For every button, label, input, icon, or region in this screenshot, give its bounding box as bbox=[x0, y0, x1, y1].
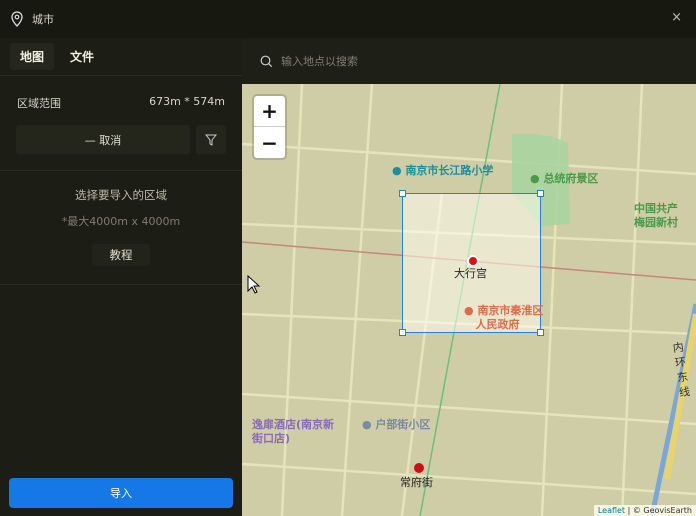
label-text: 中国共产 bbox=[634, 202, 678, 215]
label-text: 街口店) bbox=[252, 432, 291, 445]
search-icon bbox=[260, 55, 273, 67]
filter-button[interactable] bbox=[196, 125, 226, 154]
map-label-hotel: 逸扉酒店(南京新 街口店) bbox=[252, 418, 334, 446]
zoom-out-button[interactable]: − bbox=[254, 127, 285, 158]
title-bar: 城市 × bbox=[0, 0, 696, 38]
range-value: 673m * 574m bbox=[149, 95, 225, 108]
label-text: 南京市秦淮区 bbox=[477, 304, 544, 317]
divider bbox=[0, 170, 242, 171]
resize-handle[interactable] bbox=[399, 329, 406, 336]
label-text: 户部街小区 bbox=[375, 418, 431, 431]
attribution: Leaflet | © GeovisEarth bbox=[593, 505, 696, 516]
resize-handle[interactable] bbox=[399, 190, 406, 197]
tab-file[interactable]: 文件 bbox=[60, 43, 104, 70]
attribution-provider: | © GeovisEarth bbox=[627, 506, 692, 515]
map-label-hubu: ● 户部街小区 bbox=[362, 418, 431, 431]
max-size-hint: *最大4000m x 4000m bbox=[61, 215, 181, 228]
select-area-hint: 选择要导入的区域 bbox=[75, 188, 167, 202]
search-input[interactable] bbox=[281, 54, 661, 68]
label-text: 梅园新村 bbox=[634, 216, 678, 229]
filter-icon bbox=[205, 134, 217, 146]
window-title: 城市 bbox=[32, 13, 54, 26]
label-text: 环 bbox=[674, 355, 687, 370]
range-row: 区域范围 673m * 574m bbox=[0, 95, 242, 111]
tab-map[interactable]: 地图 bbox=[10, 43, 55, 70]
location-pin-icon bbox=[11, 11, 23, 27]
search-bar bbox=[242, 38, 696, 84]
map-label-school: ● 南京市长江路小学 bbox=[392, 164, 494, 177]
range-label: 区域范围 bbox=[17, 97, 61, 110]
label-text: 南京市长江路小学 bbox=[405, 164, 494, 177]
resize-handle[interactable] bbox=[537, 190, 544, 197]
map-label-scenic: ● 总统府景区 bbox=[530, 172, 599, 185]
import-button[interactable]: 导入 bbox=[9, 478, 233, 508]
close-icon[interactable]: × bbox=[671, 10, 682, 25]
zoom-in-button[interactable]: + bbox=[254, 96, 285, 127]
map-label-palace: 大行宫 bbox=[454, 267, 487, 280]
zoom-control: + − bbox=[254, 96, 285, 158]
divider bbox=[0, 284, 242, 285]
label-text: 人民政府 bbox=[475, 318, 520, 331]
metro-station-icon bbox=[414, 463, 424, 473]
label-text: 线 bbox=[678, 385, 691, 400]
map-label-government: ● 南京市秦淮区 人民政府 bbox=[464, 304, 544, 331]
tutorial-button[interactable]: 教程 bbox=[92, 244, 150, 266]
tab-bar: 地图 文件 bbox=[0, 38, 242, 76]
label-text: 总统府景区 bbox=[543, 172, 599, 185]
cancel-button[interactable]: — 取消 bbox=[16, 125, 190, 154]
leaflet-link[interactable]: Leaflet bbox=[598, 506, 625, 515]
sidebar: 地图 文件 区域范围 673m * 574m — 取消 选择要导入的区域 *最大… bbox=[0, 38, 242, 516]
label-text: 东 bbox=[676, 370, 689, 385]
map-label-cpc: 中国共产 梅园新村 bbox=[634, 202, 678, 230]
metro-station-icon bbox=[467, 255, 479, 267]
map[interactable]: + − ● 南京市长江路小学 ● 总统府景区 中国共产 梅园新村 大行宫 ● 南京… bbox=[242, 84, 696, 516]
label-text: 逸扉酒店(南京新 bbox=[252, 418, 335, 431]
label-text: 内 bbox=[672, 340, 685, 355]
map-label-changfu: 常府街 bbox=[400, 476, 433, 489]
mouse-cursor-icon bbox=[247, 275, 261, 294]
